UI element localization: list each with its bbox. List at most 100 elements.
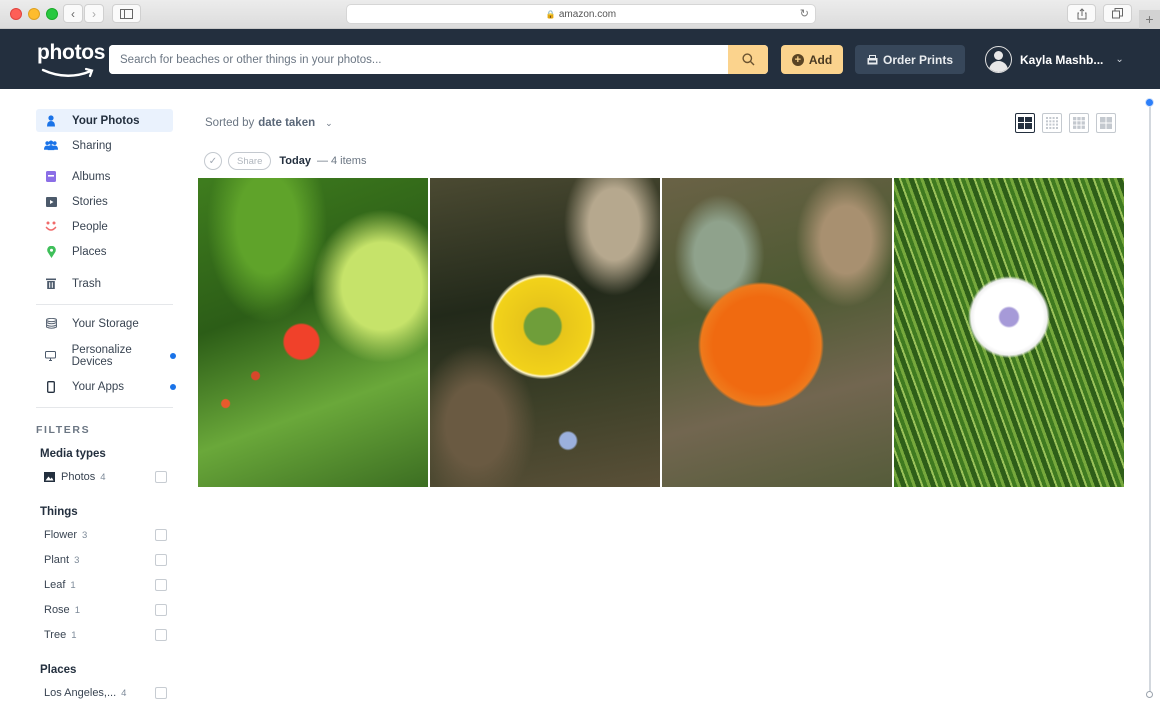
chevron-right-icon: › — [92, 6, 96, 21]
sidebar-item-your-apps[interactable]: Your Apps — [36, 375, 176, 398]
filter-tree[interactable]: Tree 1 — [44, 627, 167, 643]
chevron-down-icon: ⌄ — [325, 117, 333, 128]
filters-heading: FILTERS — [36, 424, 91, 436]
sidebar-toggle-button[interactable] — [112, 4, 141, 23]
sidebar-item-personalize-devices[interactable]: Personalize Devices — [36, 343, 176, 368]
people-icon — [44, 139, 58, 153]
filter-checkbox[interactable] — [155, 471, 167, 483]
nav-label: Your Storage — [72, 317, 139, 330]
nav-label: Trash — [72, 277, 101, 290]
sidebar-item-stories[interactable]: Stories — [36, 190, 173, 213]
address-bar[interactable]: 🔒 amazon.com ↻ — [346, 4, 816, 24]
view-medium-grid-button[interactable] — [1069, 113, 1089, 133]
map-pin-icon — [44, 245, 58, 259]
filter-checkbox[interactable] — [155, 604, 167, 616]
nav-label: Your Photos — [72, 114, 140, 127]
view-small-grid-button[interactable] — [1042, 113, 1062, 133]
sidebar-item-your-storage[interactable]: Your Storage — [36, 312, 173, 335]
sidebar-item-your-photos[interactable]: Your Photos — [36, 109, 173, 132]
notification-dot — [170, 383, 176, 390]
filter-leaf[interactable]: Leaf 1 — [44, 577, 167, 593]
tabs-icon — [1112, 8, 1123, 19]
add-button[interactable]: + Add — [781, 45, 843, 74]
smile-icon — [44, 220, 58, 234]
minimize-window-button[interactable] — [28, 8, 40, 20]
notification-dot — [170, 352, 176, 359]
filter-count: 1 — [74, 604, 80, 616]
person-icon — [44, 114, 58, 128]
order-prints-button[interactable]: Order Prints — [855, 45, 965, 74]
photo-grid — [198, 178, 1124, 487]
filter-flower[interactable]: Flower 3 — [44, 527, 167, 543]
filter-photos[interactable]: Photos 4 — [44, 469, 167, 485]
close-window-button[interactable] — [10, 8, 22, 20]
sidebar-divider — [36, 304, 173, 305]
filter-label: Los Angeles,... — [44, 687, 117, 699]
scrollbar-handle[interactable] — [1145, 98, 1154, 107]
sidebar-item-sharing[interactable]: Sharing — [36, 134, 173, 157]
view-large-grid-button[interactable] — [1096, 113, 1116, 133]
filter-plant[interactable]: Plant 3 — [44, 552, 167, 568]
forward-button[interactable]: › — [84, 4, 104, 23]
avatar — [985, 46, 1012, 73]
sidebar-item-trash[interactable]: Trash — [36, 272, 173, 295]
sidebar-item-places[interactable]: Places — [36, 240, 173, 263]
share-button[interactable] — [1067, 4, 1096, 23]
nav-label: Sharing — [72, 139, 112, 152]
sort-prefix: Sorted by — [205, 117, 255, 129]
nav-label: Stories — [72, 195, 108, 208]
browser-toolbar: ‹ › 🔒 amazon.com ↻ + — [0, 0, 1160, 29]
filter-checkbox[interactable] — [155, 687, 167, 699]
sidebar-icon — [120, 8, 133, 19]
photo-group-header: ✓ Share Today — 4 items — [204, 152, 366, 170]
lock-icon: 🔒 — [545, 9, 556, 19]
monitor-icon — [44, 349, 58, 363]
zoom-window-button[interactable] — [46, 8, 58, 20]
play-icon — [44, 195, 58, 209]
photo-thumbnail[interactable] — [198, 178, 428, 487]
filter-count: 3 — [74, 554, 80, 566]
tabs-overview-button[interactable] — [1103, 4, 1132, 23]
filter-checkbox[interactable] — [155, 529, 167, 541]
group-count: — 4 items — [316, 155, 367, 167]
amazon-photos-logo[interactable]: photos — [37, 41, 106, 78]
photo-thumbnail[interactable] — [894, 178, 1124, 487]
timeline-scrollbar[interactable] — [1145, 98, 1154, 698]
photo-thumbnail[interactable] — [430, 178, 660, 487]
sidebar-divider — [36, 407, 173, 408]
sidebar-item-people[interactable]: People — [36, 215, 173, 238]
app-header: photos + Add Order Prints Kayla Mashb...… — [0, 29, 1160, 89]
filter-rose[interactable]: Rose 1 — [44, 602, 167, 618]
select-all-button[interactable]: ✓ — [204, 152, 222, 170]
search-button[interactable] — [728, 45, 768, 74]
search-input[interactable] — [109, 45, 728, 74]
photo-thumbnail[interactable] — [662, 178, 892, 487]
filter-checkbox[interactable] — [155, 579, 167, 591]
trash-icon — [44, 277, 58, 291]
add-label: Add — [808, 52, 833, 67]
filter-count: 4 — [121, 687, 127, 699]
view-mosaic-button[interactable] — [1015, 113, 1035, 133]
smile-arrow-icon — [41, 67, 94, 78]
new-tab-button[interactable]: + — [1139, 10, 1160, 29]
filter-group-title: Places — [40, 664, 77, 676]
mosaic-icon — [1018, 117, 1032, 129]
sort-dropdown[interactable]: Sorted by date taken ⌄ — [205, 117, 333, 129]
back-button[interactable]: ‹ — [63, 4, 83, 23]
nav-label: Personalize Devices — [71, 343, 132, 368]
medium-grid-icon — [1073, 117, 1085, 129]
search-icon — [741, 53, 754, 66]
filter-checkbox[interactable] — [155, 629, 167, 641]
share-button[interactable]: Share — [228, 152, 272, 170]
logo-text: photos — [37, 41, 106, 64]
reload-icon[interactable]: ↻ — [800, 7, 809, 20]
sidebar-item-albums[interactable]: Albums — [36, 165, 173, 188]
account-menu[interactable]: Kayla Mashb... ⌄ — [985, 46, 1124, 73]
filter-los-angeles[interactable]: Los Angeles,... 4 — [44, 685, 167, 701]
filter-label: Tree — [44, 629, 67, 641]
storage-icon — [44, 317, 58, 331]
filter-checkbox[interactable] — [155, 554, 167, 566]
filter-count: 3 — [82, 529, 88, 541]
filter-group-title: Things — [40, 506, 78, 518]
user-name: Kayla Mashb... — [1020, 52, 1104, 67]
